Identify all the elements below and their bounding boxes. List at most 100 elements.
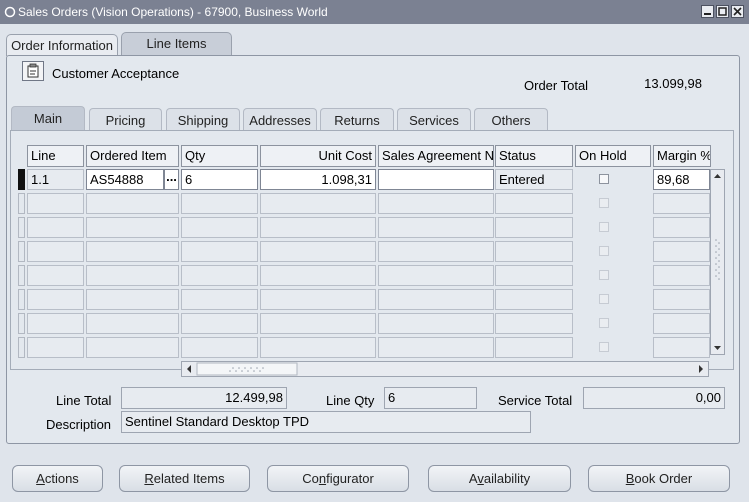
window-title: Sales Orders (Vision Operations) - 67900… <box>18 5 328 19</box>
on-hold-checkbox[interactable] <box>599 318 609 328</box>
status-cell[interactable] <box>495 313 573 334</box>
margin-cell[interactable] <box>653 313 710 334</box>
on-hold-checkbox[interactable] <box>599 246 609 256</box>
tab-addresses[interactable]: Addresses <box>243 108 317 131</box>
qty-cell[interactable] <box>181 193 258 214</box>
unit-cost-cell[interactable] <box>260 265 376 286</box>
ordered-item-cell[interactable] <box>86 241 179 262</box>
service-total-field[interactable]: 0,00 <box>583 387 725 409</box>
unit-cost-cell[interactable] <box>260 217 376 238</box>
availability-button[interactable]: Availability <box>428 465 571 492</box>
qty-cell[interactable] <box>181 265 258 286</box>
on-hold-checkbox[interactable] <box>599 342 609 352</box>
ordered-item-cell[interactable] <box>86 313 179 334</box>
qty-cell[interactable] <box>181 313 258 334</box>
book-order-button[interactable]: Book Order <box>588 465 730 492</box>
sales-agreement-cell[interactable] <box>378 337 494 358</box>
qty-cell[interactable] <box>181 337 258 358</box>
status-cell[interactable] <box>495 265 573 286</box>
sales-agreement-cell[interactable] <box>378 193 494 214</box>
ordered-item-cell[interactable] <box>86 193 179 214</box>
qty-cell[interactable] <box>181 217 258 238</box>
on-hold-checkbox[interactable] <box>599 270 609 280</box>
margin-cell[interactable] <box>653 265 710 286</box>
line-cell[interactable] <box>27 193 84 214</box>
unit-cost-cell[interactable]: 1.098,31 <box>260 169 376 190</box>
status-cell[interactable] <box>495 241 573 262</box>
margin-cell[interactable]: 89,68 <box>653 169 710 190</box>
margin-cell[interactable] <box>653 337 710 358</box>
on-hold-checkbox[interactable] <box>599 198 609 208</box>
row-indicator[interactable] <box>18 265 25 286</box>
tab-shipping[interactable]: Shipping <box>166 108 240 131</box>
sales-agreement-cell[interactable] <box>378 169 494 190</box>
tab-others[interactable]: Others <box>474 108 548 131</box>
actions-button[interactable]: Actions <box>12 465 103 492</box>
close-icon[interactable] <box>731 5 744 18</box>
tab-line-items[interactable]: Line Items <box>121 32 232 57</box>
on-hold-checkbox[interactable] <box>599 294 609 304</box>
unit-cost-cell[interactable] <box>260 289 376 310</box>
sales-agreement-cell[interactable] <box>378 313 494 334</box>
qty-cell[interactable] <box>181 241 258 262</box>
ordered-item-cell[interactable] <box>86 289 179 310</box>
line-cell[interactable] <box>27 217 84 238</box>
line-total-field[interactable]: 12.499,98 <box>121 387 287 409</box>
ordered-item-cell[interactable] <box>86 337 179 358</box>
margin-cell[interactable] <box>653 193 710 214</box>
tab-services[interactable]: Services <box>397 108 471 131</box>
row-indicator[interactable] <box>18 337 25 358</box>
vertical-scrollbar[interactable] <box>710 169 725 355</box>
row-indicator[interactable] <box>18 241 25 262</box>
tab-pricing[interactable]: Pricing <box>89 108 162 131</box>
tab-order-information[interactable]: Order Information <box>6 34 118 56</box>
margin-cell[interactable] <box>653 241 710 262</box>
ordered-item-cell[interactable]: AS54888 <box>86 169 164 190</box>
line-cell[interactable] <box>27 337 84 358</box>
line-cell[interactable]: 1.1 <box>27 169 84 190</box>
configurator-button[interactable]: Configurator <box>267 465 409 492</box>
lov-button[interactable]: ... <box>164 169 179 190</box>
tab-returns[interactable]: Returns <box>320 108 394 131</box>
qty-cell[interactable]: 6 <box>181 169 258 190</box>
row-indicator[interactable] <box>18 169 25 190</box>
unit-cost-cell[interactable] <box>260 241 376 262</box>
status-cell[interactable] <box>495 337 573 358</box>
unit-cost-cell[interactable] <box>260 193 376 214</box>
row-indicator[interactable] <box>18 217 25 238</box>
on-hold-checkbox[interactable] <box>599 174 609 184</box>
status-cell[interactable] <box>495 289 573 310</box>
minimize-icon[interactable] <box>701 5 714 18</box>
status-cell[interactable] <box>495 217 573 238</box>
maximize-icon[interactable] <box>716 5 729 18</box>
margin-cell[interactable] <box>653 217 710 238</box>
status-cell[interactable]: Entered <box>495 169 573 190</box>
line-cell[interactable] <box>27 265 84 286</box>
clipboard-icon[interactable] <box>22 61 44 81</box>
related-items-button[interactable]: Related Items <box>119 465 250 492</box>
row-indicator[interactable] <box>18 193 25 214</box>
horizontal-scrollbar[interactable] <box>181 361 709 377</box>
ordered-item-cell[interactable] <box>86 217 179 238</box>
status-cell[interactable] <box>495 193 573 214</box>
qty-cell[interactable] <box>181 289 258 310</box>
sales-agreement-cell[interactable] <box>378 265 494 286</box>
sales-agreement-cell[interactable] <box>378 217 494 238</box>
column-header-sales-agreement: Sales Agreement Number <box>378 145 494 167</box>
line-cell[interactable] <box>27 313 84 334</box>
unit-cost-cell[interactable] <box>260 337 376 358</box>
unit-cost-cell[interactable] <box>260 313 376 334</box>
line-cell[interactable] <box>27 241 84 262</box>
window-icon[interactable] <box>4 6 16 18</box>
description-field[interactable]: Sentinel Standard Desktop TPD <box>121 411 531 433</box>
on-hold-checkbox[interactable] <box>599 222 609 232</box>
tab-main[interactable]: Main <box>11 106 85 131</box>
margin-cell[interactable] <box>653 289 710 310</box>
sales-agreement-cell[interactable] <box>378 241 494 262</box>
ordered-item-cell[interactable] <box>86 265 179 286</box>
sales-agreement-cell[interactable] <box>378 289 494 310</box>
row-indicator[interactable] <box>18 289 25 310</box>
row-indicator[interactable] <box>18 313 25 334</box>
line-qty-field[interactable]: 6 <box>384 387 477 409</box>
line-cell[interactable] <box>27 289 84 310</box>
